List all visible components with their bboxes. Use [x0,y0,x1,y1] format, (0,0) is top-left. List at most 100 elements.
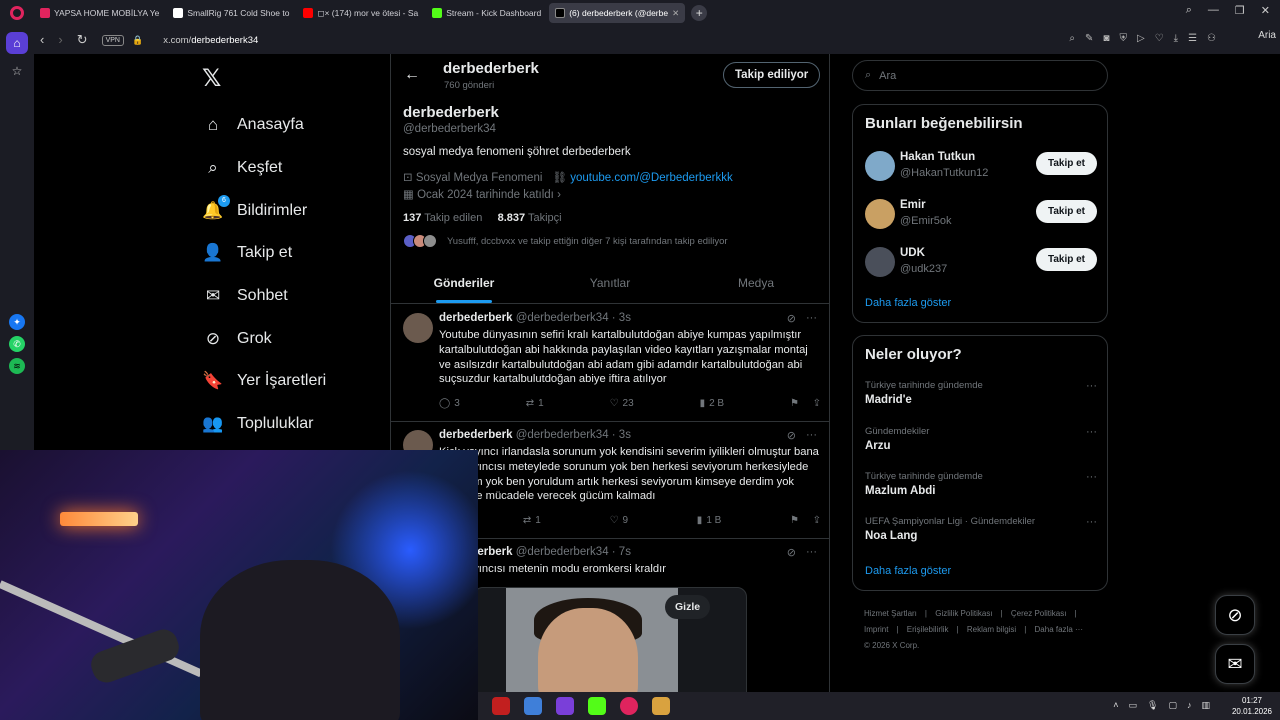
nav-communities[interactable]: 👥 Topluluklar [202,403,326,446]
reload-icon[interactable]: ↻ [77,32,88,48]
show-more-trends-link[interactable]: Daha fazla göster [865,565,951,577]
more-icon[interactable]: ··· [806,312,817,325]
taskbar-app-icon[interactable] [492,697,510,715]
taskbar-app-icon[interactable] [652,697,670,715]
browser-tab[interactable]: Stream - Kick Dashboard [426,3,547,23]
taskbar-app-icon[interactable] [556,697,574,715]
profile-joined[interactable]: ▦ Ocak 2024 tarihinde katıldı › [403,187,561,201]
tweet[interactable]: derbederberk @derbederberk34 · 3s ⊘ ··· Y… [391,305,829,422]
camera-icon[interactable]: ◙ [1103,33,1109,44]
nav-grok[interactable]: ⊘ Grok [202,317,326,360]
edit-icon[interactable]: ✎ [1085,33,1093,44]
hide-media-button[interactable]: Gizle [665,595,711,619]
share-icon[interactable]: ⇪ [813,515,821,526]
following-link[interactable]: 137 Takip edilen [403,212,482,224]
maximize-icon[interactable]: ❐ [1235,4,1245,17]
follow-button[interactable]: Takip et [1035,152,1097,175]
suggestion[interactable]: UDK @udk237 Takip et [865,245,1097,281]
more-icon[interactable]: ··· [806,546,817,559]
browser-tab[interactable]: YAPSA HOME MOBİLYA Ye [34,3,165,23]
repost-button[interactable]: ⇄ 1 [526,398,544,409]
close-tab-icon[interactable]: ✕ [672,8,679,19]
taskbar-app-icon[interactable] [620,697,638,715]
back-icon[interactable]: ‹ [40,32,44,48]
star-icon[interactable]: ☆ [6,60,28,82]
volume-icon[interactable]: ♪ [1187,700,1192,711]
close-window-icon[interactable]: ✕ [1261,4,1270,17]
nav-bookmarks[interactable]: 🔖 Yer İşaretleri [202,360,326,403]
browser-tab[interactable]: SmallRig 761 Cold Shoe to [167,3,295,23]
tab-replies[interactable]: Yanıtlar [537,264,683,303]
shield-icon[interactable]: ⛨ [1119,33,1127,44]
bookmark-icon[interactable]: ⚑ [790,398,799,409]
new-tab-button[interactable]: + [691,5,708,21]
lock-icon[interactable]: 🔒 [132,35,143,46]
home-icon[interactable]: ⌂ [6,32,28,54]
tab-media[interactable]: Medya [683,264,829,303]
follow-button[interactable]: Takip et [1035,200,1097,223]
following-button[interactable]: Takip ediliyor [723,62,821,88]
messenger-icon[interactable]: ✦ [9,314,25,330]
nav-home[interactable]: ⌂ Anasayfa [202,104,326,147]
nav-follow[interactable]: 👤 Takip et [202,232,326,275]
more-icon[interactable]: ··· [1086,426,1097,438]
reply-button[interactable]: ◯ 3 [439,398,460,409]
messages-fab-button[interactable]: ✉ [1215,644,1255,684]
avatar[interactable] [865,199,895,229]
avatar[interactable] [865,247,895,277]
suggestion[interactable]: Hakan Tutkun @HakanTutkun12 Takip et [865,149,1097,185]
nav-explore[interactable]: ⌕ Keşfet [202,147,326,190]
grok-icon[interactable]: ⊘ [787,429,796,442]
aria-button[interactable]: Aria [1258,30,1276,41]
trend-item[interactable]: UEFA Şampiyonlar Ligi · Gündemdekiler No… [865,516,1097,552]
like-button[interactable]: ♡ 23 [610,398,634,409]
more-icon[interactable]: ··· [806,429,817,442]
vpn-badge[interactable]: VPN [101,34,124,46]
taskbar-app-icon[interactable] [588,697,606,715]
taskbar-app-icon[interactable] [524,697,542,715]
display-icon[interactable]: ▥ [1201,700,1210,711]
show-more-link[interactable]: Daha fazla göster [865,297,951,309]
url-field[interactable]: x.com/derbederberk34 [163,35,258,46]
x-logo-icon[interactable]: 𝕏 [202,64,221,93]
follow-button[interactable]: Takip et [1035,248,1097,271]
back-arrow-icon[interactable]: ← [404,66,420,84]
menu-icon[interactable]: ☰ [1188,33,1197,44]
like-button[interactable]: ♡ 9 [610,515,629,526]
grok-fab-button[interactable]: ⊘ [1215,595,1255,635]
avatar[interactable] [403,313,433,343]
opera-logo-icon[interactable] [0,0,34,26]
heart-icon[interactable]: ♡ [1155,33,1164,44]
clock[interactable]: 01:27 20.01.2026 [1232,695,1272,717]
minimize-icon[interactable]: — [1208,4,1219,17]
suggestion[interactable]: Emir @Emir5ok Takip et [865,197,1097,233]
network-icon[interactable]: ▢ [1168,700,1177,711]
mic-icon[interactable]: 🎙 [1147,700,1158,711]
browser-tab-active[interactable]: (6) derbederberk (@derbe ✕ [549,3,686,23]
profile-link[interactable]: ⛓ youtube.com/@Derbederberkkk [552,170,732,184]
browser-tab[interactable]: ◻× (174) mor ve ötesi - Sa [297,3,424,23]
grok-icon[interactable]: ⊘ [787,312,796,325]
grok-icon[interactable]: ⊘ [787,546,796,559]
views-button[interactable]: ▮ 1 B [697,515,722,526]
spotify-icon[interactable]: ≋ [9,358,25,374]
trend-item[interactable]: Gündemdekiler Arzu ··· [865,426,1097,462]
share-icon[interactable]: ⇪ [813,398,821,409]
repost-button[interactable]: ⇄ 1 [523,515,541,526]
more-icon[interactable]: ··· [1086,516,1097,528]
mutual-followers[interactable]: Yusufff, dccbvxx ve takip ettiğin diğer … [403,234,728,248]
nav-chat[interactable]: ✉ Sohbet [202,275,326,318]
trend-item[interactable]: Türkiye tarihinde gündemde Mazlum Abdi ·… [865,471,1097,507]
search-tabs-icon[interactable]: ⌕ [1186,4,1192,17]
zoom-icon[interactable]: ⌕ [1069,33,1075,44]
bookmark-icon[interactable]: ⚑ [790,515,799,526]
battery-icon[interactable]: ▭ [1129,700,1138,711]
play-icon[interactable]: ▷ [1137,33,1145,44]
forward-icon[interactable]: › [58,32,62,48]
tab-posts[interactable]: Gönderiler [391,264,537,303]
more-icon[interactable]: ··· [1086,471,1097,483]
more-icon[interactable]: ··· [1086,380,1097,392]
download-icon[interactable]: ⤓ [1174,33,1178,44]
views-button[interactable]: ▮ 2 B [700,398,725,409]
whatsapp-icon[interactable]: ✆ [9,336,25,352]
